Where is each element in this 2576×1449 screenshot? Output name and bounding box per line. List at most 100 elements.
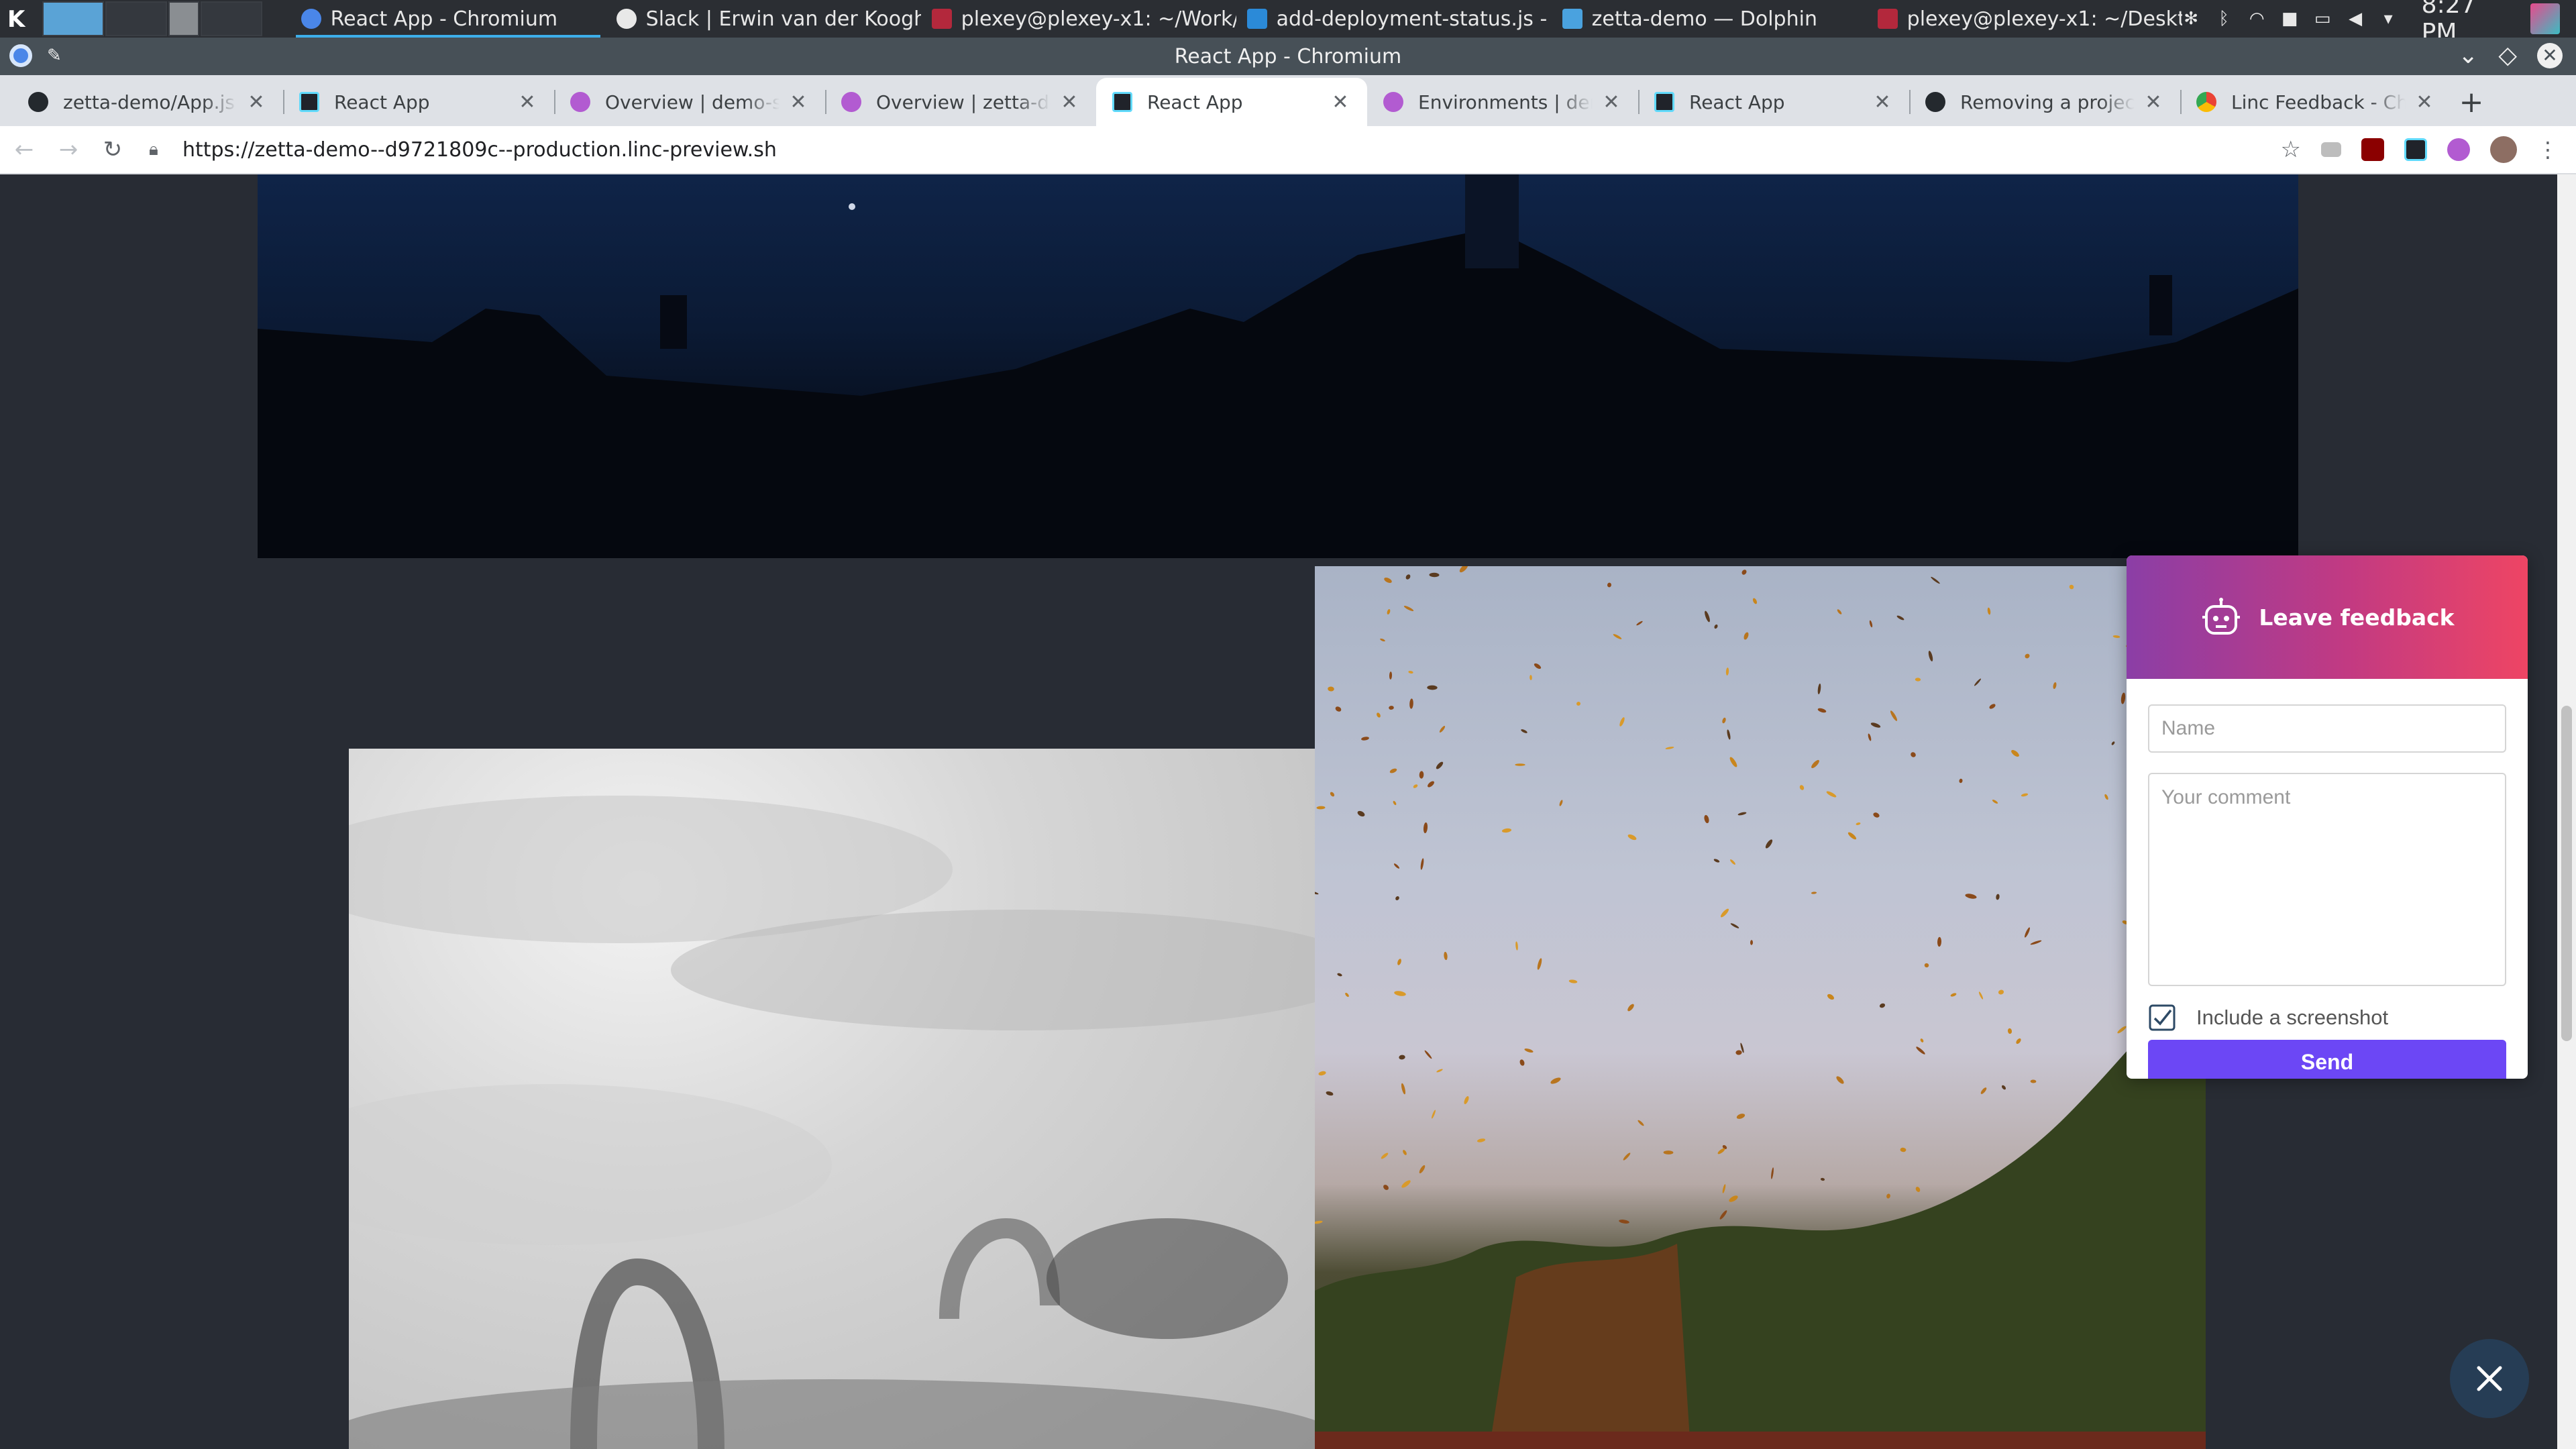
tab-overview-zetta-demo[interactable]: Overview | zetta-demo ✕ xyxy=(825,78,1096,126)
task-terminal-work[interactable]: plexey@plexey-x1: ~/Work/linc... xyxy=(921,0,1236,38)
close-tab-icon[interactable]: ✕ xyxy=(246,91,267,114)
bookmark-star-icon[interactable]: ☆ xyxy=(2281,136,2301,163)
leaf xyxy=(1636,621,1643,626)
window-titlebar[interactable]: ✎ React App - Chromium ⌄ ◇ ✕ xyxy=(0,38,2576,75)
tab-linc-feedback[interactable]: Linc Feedback - Chrom ✕ xyxy=(2180,78,2451,126)
leaf xyxy=(1950,993,1957,997)
name-input[interactable] xyxy=(2148,704,2506,753)
kde-menu-icon[interactable]: K xyxy=(0,0,37,38)
task-chromium[interactable]: React App - Chromium xyxy=(290,0,606,38)
leaf xyxy=(1729,757,1737,767)
task-dolphin[interactable]: zetta-demo — Dolphin xyxy=(1552,0,1867,38)
close-tab-icon[interactable]: ✕ xyxy=(1601,91,1622,114)
leaf xyxy=(1318,1071,1326,1076)
close-window-icon[interactable]: ✕ xyxy=(2537,42,2563,68)
close-tab-icon[interactable]: ✕ xyxy=(1872,91,1893,114)
back-icon[interactable]: ← xyxy=(4,129,44,170)
terminal-icon xyxy=(931,9,952,29)
settings-icon[interactable]: ✻ xyxy=(2182,9,2200,28)
leaf xyxy=(1409,698,1413,709)
leaf xyxy=(1389,672,1393,680)
close-tab-icon[interactable]: ✕ xyxy=(1330,91,1351,114)
virtual-desktop-pager[interactable] xyxy=(42,1,264,36)
task-vscode[interactable]: add-deployment-status.js - lin... xyxy=(1236,0,1552,38)
tab-react-app-1[interactable]: React App ✕ xyxy=(283,78,554,126)
volume-icon[interactable]: ◀ xyxy=(2347,9,2365,28)
task-label: zetta-demo — Dolphin xyxy=(1591,7,1817,31)
cloud-shapes xyxy=(349,796,1318,1449)
bluetooth-icon[interactable]: ᛒ xyxy=(2215,9,2233,28)
wifi-icon[interactable]: ◠ xyxy=(2248,9,2266,28)
desktop-2[interactable] xyxy=(105,1,167,36)
leaf xyxy=(1714,624,1718,629)
close-tab-icon[interactable]: ✕ xyxy=(2414,91,2435,114)
leaf xyxy=(1820,1177,1825,1181)
leaf xyxy=(1464,1096,1469,1104)
leaf xyxy=(1521,729,1527,733)
profile-avatar[interactable] xyxy=(2490,136,2517,163)
tab-environments-demo[interactable]: Environments | demo- ✕ xyxy=(1367,78,1638,126)
address-bar[interactable]: 🔒︎ https://zetta-demo--d9721809c--produc… xyxy=(149,131,2281,168)
ublock-icon[interactable] xyxy=(2361,138,2384,161)
browser-toolbar: ← → ↻ 🔒︎ https://zetta-demo--d9721809c--… xyxy=(0,126,2576,174)
linc-extension-icon[interactable] xyxy=(2447,138,2470,161)
reload-icon[interactable]: ↻ xyxy=(93,129,133,170)
tab-removing-project[interactable]: Removing a project · Is ✕ xyxy=(1909,78,2180,126)
leaf xyxy=(1722,717,1726,724)
close-tab-icon[interactable]: ✕ xyxy=(2143,91,2164,114)
url-text[interactable]: https://zetta-demo--d9721809c--productio… xyxy=(182,138,777,162)
extension-captions-icon[interactable] xyxy=(2321,142,2341,157)
tab-overview-demo-site[interactable]: Overview | demo-site ✕ xyxy=(554,78,825,126)
desktop-3[interactable] xyxy=(168,1,199,36)
send-button[interactable]: Send xyxy=(2148,1040,2506,1079)
leaf xyxy=(2030,940,2042,945)
task-terminal-desktop[interactable]: plexey@plexey-x1: ~/Desktop/... xyxy=(1867,0,2182,38)
lock-icon[interactable]: ■ xyxy=(2281,9,2299,28)
tab-react-app-2[interactable]: React App ✕ xyxy=(1638,78,1909,126)
task-label: plexey@plexey-x1: ~/Desktop/... xyxy=(1907,7,2182,31)
leaf xyxy=(2069,584,2074,590)
tab-label: Environments | demo- xyxy=(1418,91,1593,113)
checkbox-checked-icon[interactable] xyxy=(2148,1004,2176,1032)
clipboard-icon[interactable]: ▭ xyxy=(2314,9,2332,28)
leaf xyxy=(1873,812,1880,818)
leaf xyxy=(1568,979,1578,983)
tab-react-app-active[interactable]: React App ✕ xyxy=(1096,78,1367,126)
expand-tray-icon[interactable]: ▾ xyxy=(2379,9,2398,28)
task-label: Slack | Erwin van der Koogh | ... xyxy=(645,7,921,31)
include-screenshot-option[interactable]: Include a screenshot xyxy=(2148,1004,2388,1032)
pin-icon[interactable]: ✎ xyxy=(47,46,62,66)
comment-textarea[interactable] xyxy=(2148,773,2506,986)
user-avatar[interactable] xyxy=(2530,3,2560,34)
close-tab-icon[interactable]: ✕ xyxy=(1059,91,1080,114)
leaf xyxy=(1811,892,1817,894)
leaf xyxy=(1326,1091,1334,1096)
tab-github-app-js[interactable]: zetta-demo/App.js at m ✕ xyxy=(12,78,283,126)
close-tab-icon[interactable]: ✕ xyxy=(788,91,809,114)
leaf xyxy=(1381,1152,1389,1159)
chromium-icon xyxy=(301,9,321,29)
close-icon xyxy=(2477,1366,2502,1391)
minimize-icon[interactable]: ⌄ xyxy=(2458,42,2478,69)
scrollbar-thumb[interactable] xyxy=(2561,706,2572,1041)
leaf xyxy=(1998,989,2004,995)
maximize-icon[interactable]: ◇ xyxy=(2498,42,2517,69)
tab-label: Overview | zetta-demo xyxy=(876,91,1051,113)
desktop-4[interactable] xyxy=(200,1,262,36)
leaf xyxy=(1752,598,1758,604)
forward-icon[interactable]: → xyxy=(48,129,89,170)
leaf xyxy=(1436,1069,1443,1073)
leaf xyxy=(1722,1184,1726,1193)
leaf xyxy=(1383,1185,1389,1190)
menu-icon[interactable]: ⋮ xyxy=(2537,137,2559,162)
close-tab-icon[interactable]: ✕ xyxy=(517,91,538,114)
task-slack[interactable]: Slack | Erwin van der Koogh | ... xyxy=(606,0,921,38)
page-scrollbar[interactable] xyxy=(2557,174,2576,1449)
leaf xyxy=(1911,752,1916,757)
linc-icon xyxy=(841,92,861,112)
react-devtools-icon[interactable] xyxy=(2404,138,2427,161)
new-tab-button[interactable]: + xyxy=(2451,78,2491,126)
lock-icon[interactable]: 🔒︎ xyxy=(149,140,169,160)
desktop-1[interactable] xyxy=(42,1,104,36)
close-feedback-button[interactable] xyxy=(2450,1339,2529,1418)
